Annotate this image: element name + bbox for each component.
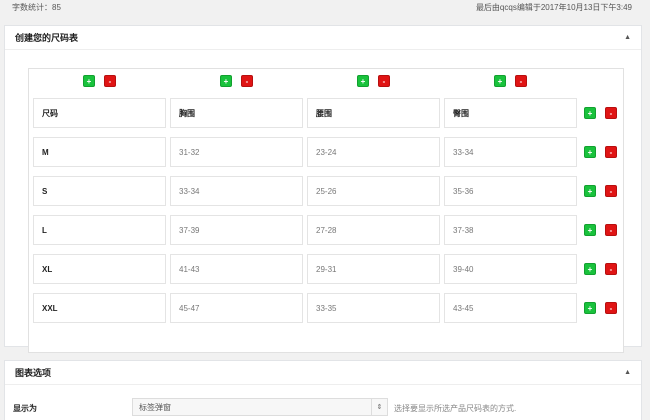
column-header: 胸围 bbox=[170, 98, 303, 128]
size-cell: L bbox=[33, 215, 166, 245]
remove-column-button[interactable]: - bbox=[378, 75, 390, 87]
panel-title: 创建您的尺码表 bbox=[15, 33, 79, 43]
select-arrow-icon[interactable]: ⇕ bbox=[371, 399, 387, 415]
size-chart-panel-header[interactable]: 创建您的尺码表 ▲ bbox=[5, 26, 641, 50]
word-count: 字数统计：85 bbox=[12, 3, 61, 12]
add-row-button[interactable]: + bbox=[584, 224, 596, 236]
caret-up-icon[interactable]: ▲ bbox=[624, 369, 631, 376]
measurement-cell: 37-38 bbox=[444, 215, 577, 245]
panel-title: 图表选项 bbox=[15, 368, 52, 378]
measurement-cell: 37-39 bbox=[170, 215, 303, 245]
display-as-hint: 选择要显示所选产品尺码表的方式. bbox=[394, 404, 517, 413]
column-header: 臀围 bbox=[444, 98, 577, 128]
add-row-button[interactable]: + bbox=[584, 146, 596, 158]
chart-options-panel: 图表选项 ▲ 显示为 标签弹窗 ⇕ 选择要显示所选产品尺码表的方式. bbox=[4, 360, 642, 420]
size-cell: XXL bbox=[33, 293, 166, 323]
measurement-cell: 29-31 bbox=[307, 254, 440, 284]
measurement-cell: 41-43 bbox=[170, 254, 303, 284]
chart-options-panel-header[interactable]: 图表选项 ▲ bbox=[5, 361, 641, 385]
add-column-button[interactable]: + bbox=[220, 75, 232, 87]
measurement-cell: 43-45 bbox=[444, 293, 577, 323]
remove-column-button[interactable]: - bbox=[241, 75, 253, 87]
measurement-cell: 35-36 bbox=[444, 176, 577, 206]
measurement-cell: 23-24 bbox=[307, 137, 440, 167]
display-as-select[interactable]: 标签弹窗 ⇕ bbox=[132, 398, 388, 416]
remove-row-button[interactable]: - bbox=[605, 224, 617, 236]
display-as-value: 标签弹窗 bbox=[139, 402, 171, 412]
display-as-label: 显示为 bbox=[13, 404, 37, 413]
measurement-cell: 25-26 bbox=[307, 176, 440, 206]
measurement-cell: 27-28 bbox=[307, 215, 440, 245]
add-row-button[interactable]: + bbox=[584, 302, 596, 314]
measurement-cell: 33-34 bbox=[170, 176, 303, 206]
top-status-bar: 字数统计：85 最后由qcqs编辑于2017年10月13日下午3:49 bbox=[0, 0, 650, 14]
remove-column-button[interactable]: - bbox=[104, 75, 116, 87]
measurement-cell: 33-35 bbox=[307, 293, 440, 323]
remove-column-button[interactable]: - bbox=[515, 75, 527, 87]
size-cell: XL bbox=[33, 254, 166, 284]
remove-row-button[interactable]: - bbox=[605, 146, 617, 158]
size-table: + - + - + - + - 尺码 胸围 腰围 臀围 + - M 31-32 23-24 33-34 + - S 33-… bbox=[28, 68, 624, 353]
measurement-cell: 33-34 bbox=[444, 137, 577, 167]
last-edited: 最后由qcqs编辑于2017年10月13日下午3:49 bbox=[475, 3, 632, 12]
add-column-button[interactable]: + bbox=[494, 75, 506, 87]
caret-up-icon[interactable]: ▲ bbox=[624, 34, 631, 41]
add-column-button[interactable]: + bbox=[357, 75, 369, 87]
add-column-button[interactable]: + bbox=[83, 75, 95, 87]
remove-row-button[interactable]: - bbox=[605, 302, 617, 314]
measurement-cell: 31-32 bbox=[170, 137, 303, 167]
size-cell: S bbox=[33, 176, 166, 206]
size-chart-panel: 创建您的尺码表 ▲ + - + - + - + - 尺码 胸围 腰围 臀围 + - M 31-32 23-24 3… bbox=[4, 25, 642, 353]
remove-row-button[interactable]: - bbox=[605, 107, 617, 119]
remove-row-button[interactable]: - bbox=[605, 263, 617, 275]
add-row-button[interactable]: + bbox=[584, 185, 596, 197]
measurement-cell: 45-47 bbox=[170, 293, 303, 323]
add-row-button[interactable]: + bbox=[584, 107, 596, 119]
add-row-button[interactable]: + bbox=[584, 263, 596, 275]
column-header: 腰围 bbox=[307, 98, 440, 128]
column-header: 尺码 bbox=[33, 98, 166, 128]
measurement-cell: 39-40 bbox=[444, 254, 577, 284]
remove-row-button[interactable]: - bbox=[605, 185, 617, 197]
size-cell: M bbox=[33, 137, 166, 167]
